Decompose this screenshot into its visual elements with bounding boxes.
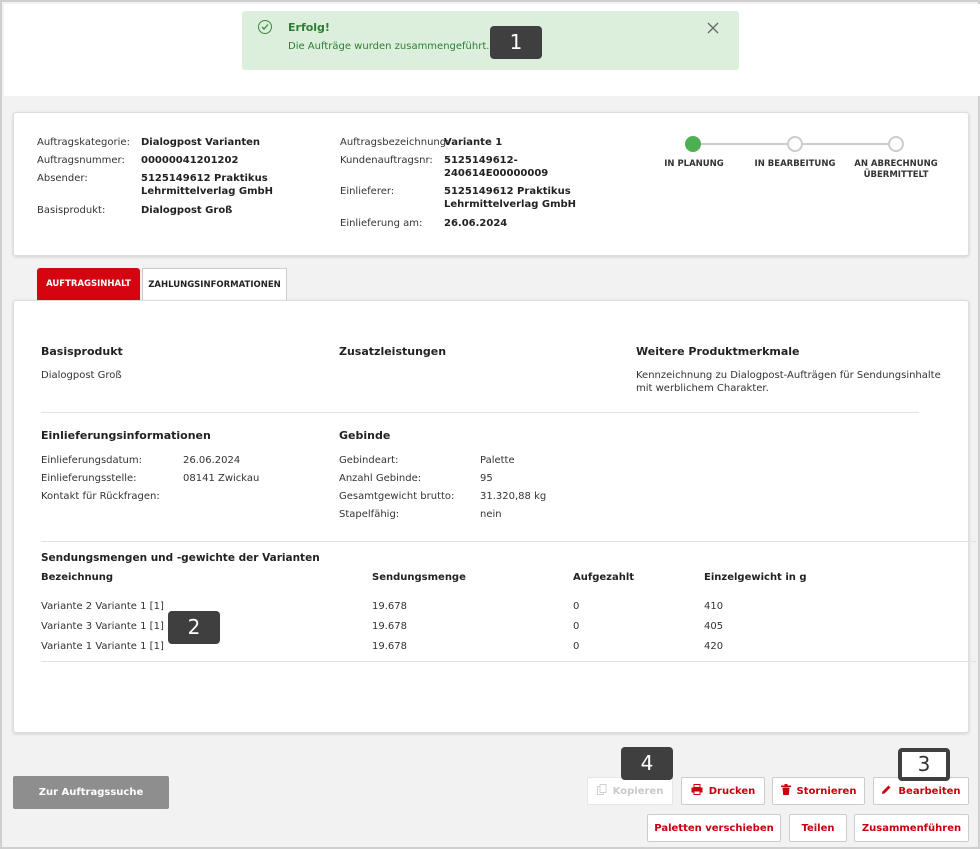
cell-sendungsmenge: 19.678: [372, 641, 407, 652]
section-einlieferung-title: Einlieferungsinformationen: [41, 429, 211, 442]
annotation-marker-4: 4: [621, 747, 673, 780]
basisprodukt-value: Dialogpost Groß: [41, 370, 122, 381]
column-header: Aufgezahlt: [573, 572, 635, 583]
label: Einlieferer:: [340, 186, 395, 197]
print-button[interactable]: Drucken: [681, 777, 765, 805]
value-line-1: 5125149612 Praktikus: [141, 173, 268, 184]
cell-bezeichnung: Variante 1 Variante 1 [1]: [41, 641, 164, 652]
merge-button[interactable]: Zusammenführen: [854, 814, 969, 842]
gebinde-label: Gesamtgewicht brutto:: [339, 491, 455, 502]
label: Einlieferung am:: [340, 218, 423, 229]
close-icon[interactable]: [706, 21, 720, 35]
einlieferung-label: Einlieferungsstelle:: [41, 473, 137, 484]
column-header: Bezeichnung: [41, 572, 113, 583]
step-label-line-2: ÜBERMITTELT: [863, 170, 929, 180]
order-content-card: Basisprodukt Dialogpost Groß Zusatzleist…: [13, 300, 976, 733]
divider: [41, 541, 976, 542]
value-line-1: 5125149612-: [444, 155, 518, 166]
annotation-marker-1: 1: [490, 26, 542, 59]
gebinde-label: Stapelfähig:: [339, 509, 400, 520]
section-gebinde-title: Gebinde: [339, 429, 391, 442]
cell-sendungsmenge: 19.678: [372, 601, 407, 612]
move-pallets-button[interactable]: Paletten verschieben: [647, 814, 781, 842]
gebinde-value: 31.320,88 kg: [480, 491, 547, 502]
toast-message: Die Aufträge wurden zusammengeführt.: [288, 41, 490, 52]
gebinde-label: Anzahl Gebinde:: [339, 473, 422, 484]
cell-sendungsmenge: 19.678: [372, 621, 407, 632]
check-circle-icon: [258, 20, 272, 34]
column-header: Sendungsmenge: [372, 572, 466, 583]
cell-aufgezahlt: 0: [573, 621, 580, 632]
step-label-in-bearbeitung: IN BEARBEITUNG: [754, 159, 836, 169]
value-line-1: 5125149612 Praktikus: [444, 186, 571, 197]
value: Dialogpost Groß: [141, 205, 233, 216]
einlieferung-value: 26.06.2024: [183, 455, 241, 466]
weitere-line-1: Kennzeichnung zu Dialogpost-Aufträgen fü…: [636, 370, 941, 381]
value: 00000041201202: [141, 155, 239, 166]
label: Absender:: [37, 173, 88, 184]
cancel-order-button[interactable]: Stornieren: [772, 777, 865, 805]
gebinde-label: Gebindeart:: [339, 455, 399, 466]
tab-auftragsinhalt[interactable]: AUFTRAGSINHALT: [37, 268, 140, 300]
einlieferung-value: 08141 Zwickau: [183, 473, 260, 484]
toast-title: Erfolg!: [288, 21, 330, 34]
value: Variante 1: [444, 137, 503, 148]
pencil-icon: [881, 784, 892, 798]
label: Auftragskategorie:: [37, 137, 130, 148]
cell-einzelgewicht: 410: [704, 601, 724, 612]
value-line-2: 240614E00000009: [444, 168, 549, 179]
value-line-2: Lehrmittelverlag GmbH: [141, 186, 274, 197]
copy-button-label: Kopieren: [612, 785, 664, 797]
einlieferung-label: Kontakt für Rückfragen:: [41, 491, 160, 502]
step-dot-in-planung: [685, 136, 701, 152]
cell-bezeichnung: Variante 2 Variante 1 [1]: [41, 601, 164, 612]
cell-einzelgewicht: 420: [704, 641, 724, 652]
section-weitere-title: Weitere Produktmerkmale: [636, 345, 800, 358]
step-dot-an-abrechnung: [888, 136, 904, 152]
section-zusatzleistungen-title: Zusatzleistungen: [339, 345, 447, 358]
label: Auftragsnummer:: [37, 155, 125, 166]
gebinde-value: 95: [480, 473, 493, 484]
step-dot-in-bearbeitung: [787, 136, 803, 152]
step-label-in-planung: IN PLANUNG: [664, 159, 724, 169]
section-basisprodukt-title: Basisprodukt: [41, 345, 123, 358]
step-label-line-1: AN ABRECHNUNG: [854, 159, 938, 169]
copy-icon: [596, 784, 607, 798]
column-header: Einzelgewicht in g: [704, 572, 807, 583]
split-button[interactable]: Teilen: [789, 814, 847, 842]
annotation-marker-2: 2: [168, 611, 220, 644]
section-varianten-title: Sendungsmengen und -gewichte der Variant…: [41, 552, 320, 564]
cell-einzelgewicht: 405: [704, 621, 724, 632]
step-label-an-abrechnung: AN ABRECHNUNG ÜBERMITTELT: [852, 159, 940, 181]
label: Basisprodukt:: [37, 205, 106, 216]
value: Dialogpost Varianten: [141, 137, 261, 148]
label: Auftragsbezeichnung:: [340, 137, 450, 148]
cell-bezeichnung: Variante 3 Variante 1 [1]: [41, 621, 164, 632]
order-header-card: Auftragskategorie: Dialogpost Varianten …: [13, 112, 969, 256]
edit-button-label: Bearbeiten: [898, 785, 961, 797]
gebinde-value: Palette: [480, 455, 515, 466]
cell-aufgezahlt: 0: [573, 601, 580, 612]
value-line-2: Lehrmittelverlag GmbH: [444, 199, 577, 210]
copy-button[interactable]: Kopieren: [587, 777, 673, 805]
edit-button[interactable]: Bearbeiten: [873, 777, 969, 805]
cancel-order-button-label: Stornieren: [796, 785, 857, 797]
annotation-marker-3: 3: [898, 748, 950, 781]
divider: [41, 412, 919, 413]
gebinde-value: nein: [480, 509, 502, 520]
print-button-label: Drucken: [708, 785, 756, 797]
divider: [41, 661, 976, 662]
cell-aufgezahlt: 0: [573, 641, 580, 652]
label: Kundenauftragsnr:: [340, 155, 433, 166]
value: 26.06.2024: [444, 218, 508, 229]
tab-zahlungsinformationen[interactable]: ZAHLUNGSINFORMATIONEN: [142, 268, 287, 300]
printer-icon: [691, 784, 703, 798]
einlieferung-label: Einlieferungsdatum:: [41, 455, 143, 466]
weitere-line-2: mit werblichem Charakter.: [636, 383, 769, 394]
back-to-search-button[interactable]: Zur Auftragssuche: [13, 776, 169, 809]
trash-icon: [780, 784, 791, 798]
